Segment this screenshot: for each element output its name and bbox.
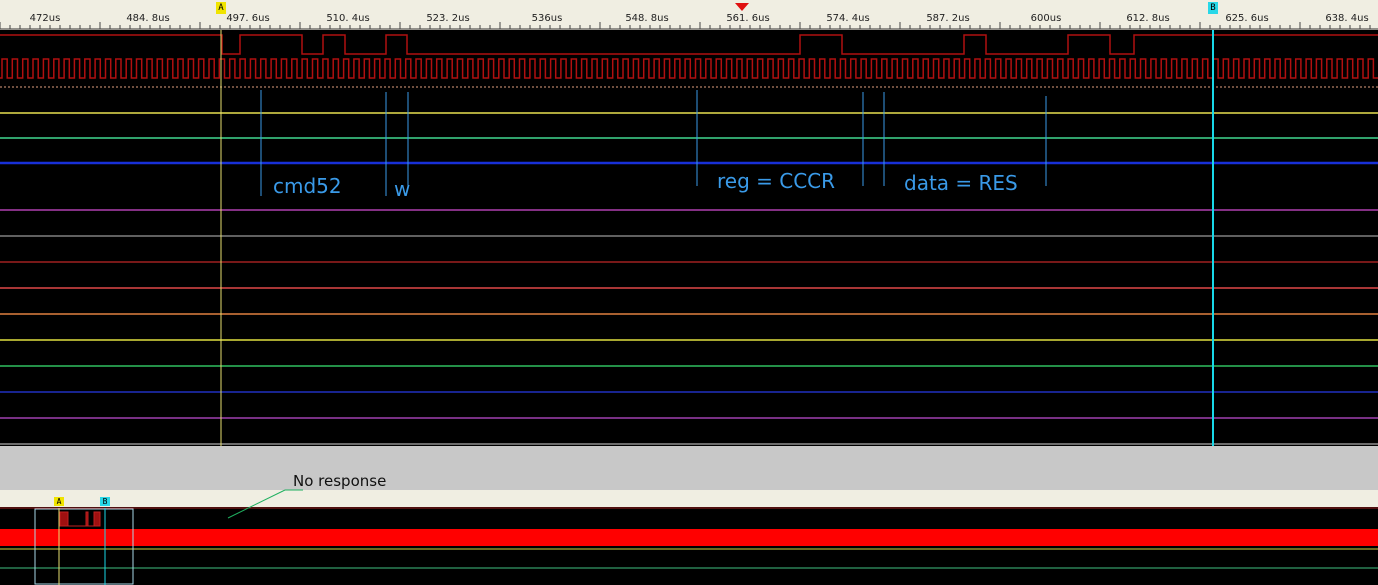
overview-viewport — [34, 508, 134, 585]
callout-text: No response — [293, 472, 387, 490]
clock-signal-trace — [0, 58, 1378, 79]
panel-separator[interactable] — [0, 446, 1378, 490]
annotation-cmd: cmd52 — [273, 174, 342, 198]
annotation-reg: reg = CCCR — [717, 169, 836, 193]
overview-clock-band — [0, 529, 1378, 546]
ruler-graphics — [0, 3, 1378, 30]
waveform-panel[interactable] — [0, 30, 1378, 446]
overview-panel[interactable]: A B — [0, 490, 1378, 585]
waveform-canvas[interactable] — [0, 30, 1378, 446]
time-ruler[interactable]: 472us 484. 8us 497. 6us 510. 4us 523. 2u… — [0, 0, 1378, 31]
overview-canvas[interactable] — [0, 490, 1378, 585]
trigger-marker-icon — [735, 3, 749, 11]
annotation-data: data = RES — [904, 171, 1018, 195]
overview-cmd-trace — [59, 511, 101, 527]
cmd-signal-trace — [0, 34, 1378, 55]
annotation-rw: w — [394, 177, 411, 201]
